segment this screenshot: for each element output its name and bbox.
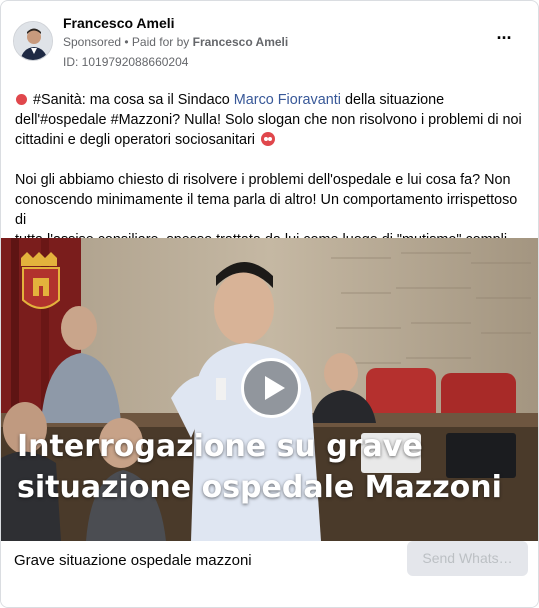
play-icon[interactable]: [241, 358, 301, 418]
post-paragraph-1: #Sanità: ma cosa sa il Sindaco Marco Fio…: [15, 90, 527, 150]
red-circle-icon: [16, 94, 27, 105]
post-p2-line1: Noi gli abbiamo chiesto di risolvere i p…: [15, 172, 518, 228]
avatar[interactable]: [13, 21, 53, 61]
angry-face-icon: [260, 132, 275, 146]
ad-headline[interactable]: Grave situazione ospedale mazzoni: [14, 552, 252, 569]
video-overlay-title: Interrogazione su grave situazione osped…: [17, 429, 502, 505]
post-text: #Sanità: ma cosa sa il Sindaco Marco Fio…: [15, 90, 527, 250]
send-whatsapp-button[interactable]: Send Whats…: [407, 541, 528, 576]
ad-card: Francesco Ameli Sponsored • Paid for by …: [0, 0, 539, 608]
ad-footer: Grave situazione ospedale mazzoni Send W…: [1, 541, 538, 607]
mention-link[interactable]: Marco Fioravanti: [234, 92, 341, 108]
ad-header: Francesco Ameli Sponsored • Paid for by …: [13, 13, 526, 71]
ad-id: ID: 1019792088660204: [63, 55, 189, 69]
advertiser-name[interactable]: Francesco Ameli: [63, 15, 175, 31]
sponsored-line: Sponsored • Paid for by Francesco Ameli: [63, 35, 288, 49]
more-options-icon[interactable]: ···: [492, 29, 516, 51]
paid-for-name: Francesco Ameli: [192, 35, 289, 49]
city-crest-icon: [21, 252, 60, 309]
avatar-image: [14, 22, 52, 60]
paid-for-label: Paid for by: [131, 35, 193, 49]
separator: •: [121, 35, 132, 49]
post-p1-part1: #Sanità: ma cosa sa il Sindaco: [33, 92, 234, 108]
sponsored-label: Sponsored: [63, 35, 122, 49]
